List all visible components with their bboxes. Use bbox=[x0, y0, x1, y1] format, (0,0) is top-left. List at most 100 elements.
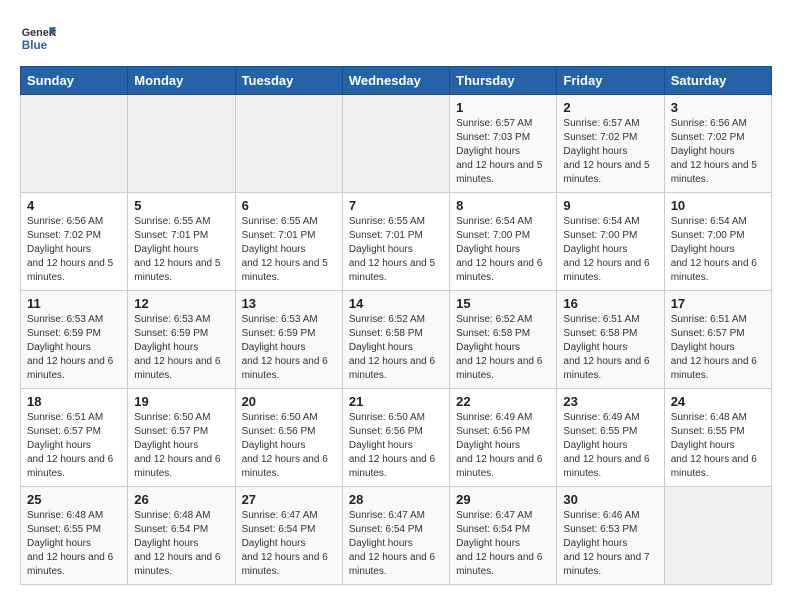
day-info: Sunrise: 6:51 AM Sunset: 6:57 PM Dayligh… bbox=[671, 313, 765, 383]
calendar-cell: 19 Sunrise: 6:50 AM Sunset: 6:57 PM Dayl… bbox=[128, 389, 235, 487]
logo-icon: General Blue bbox=[20, 20, 56, 56]
calendar-cell: 16 Sunrise: 6:51 AM Sunset: 6:58 PM Dayl… bbox=[557, 291, 664, 389]
day-number: 2 bbox=[563, 100, 657, 115]
calendar-cell bbox=[21, 95, 128, 193]
day-number: 12 bbox=[134, 296, 228, 311]
calendar-cell: 13 Sunrise: 6:53 AM Sunset: 6:59 PM Dayl… bbox=[235, 291, 342, 389]
day-info: Sunrise: 6:52 AM Sunset: 6:58 PM Dayligh… bbox=[349, 313, 443, 383]
day-number: 22 bbox=[456, 394, 550, 409]
calendar-week-3: 11 Sunrise: 6:53 AM Sunset: 6:59 PM Dayl… bbox=[21, 291, 772, 389]
day-info: Sunrise: 6:47 AM Sunset: 6:54 PM Dayligh… bbox=[349, 509, 443, 579]
day-info: Sunrise: 6:49 AM Sunset: 6:55 PM Dayligh… bbox=[563, 411, 657, 481]
day-info: Sunrise: 6:48 AM Sunset: 6:55 PM Dayligh… bbox=[27, 509, 121, 579]
calendar-cell: 1 Sunrise: 6:57 AM Sunset: 7:03 PM Dayli… bbox=[450, 95, 557, 193]
calendar-cell: 21 Sunrise: 6:50 AM Sunset: 6:56 PM Dayl… bbox=[342, 389, 449, 487]
day-number: 17 bbox=[671, 296, 765, 311]
day-number: 30 bbox=[563, 492, 657, 507]
calendar-cell: 14 Sunrise: 6:52 AM Sunset: 6:58 PM Dayl… bbox=[342, 291, 449, 389]
day-info: Sunrise: 6:57 AM Sunset: 7:03 PM Dayligh… bbox=[456, 117, 550, 187]
calendar-week-4: 18 Sunrise: 6:51 AM Sunset: 6:57 PM Dayl… bbox=[21, 389, 772, 487]
day-info: Sunrise: 6:53 AM Sunset: 6:59 PM Dayligh… bbox=[134, 313, 228, 383]
column-header-saturday: Saturday bbox=[664, 67, 771, 95]
calendar-cell: 15 Sunrise: 6:52 AM Sunset: 6:58 PM Dayl… bbox=[450, 291, 557, 389]
column-header-wednesday: Wednesday bbox=[342, 67, 449, 95]
calendar-table: SundayMondayTuesdayWednesdayThursdayFrid… bbox=[20, 66, 772, 585]
calendar-cell bbox=[128, 95, 235, 193]
calendar-cell: 17 Sunrise: 6:51 AM Sunset: 6:57 PM Dayl… bbox=[664, 291, 771, 389]
day-info: Sunrise: 6:53 AM Sunset: 6:59 PM Dayligh… bbox=[242, 313, 336, 383]
day-number: 18 bbox=[27, 394, 121, 409]
day-number: 16 bbox=[563, 296, 657, 311]
calendar-cell: 29 Sunrise: 6:47 AM Sunset: 6:54 PM Dayl… bbox=[450, 487, 557, 585]
day-info: Sunrise: 6:50 AM Sunset: 6:56 PM Dayligh… bbox=[349, 411, 443, 481]
calendar-cell: 2 Sunrise: 6:57 AM Sunset: 7:02 PM Dayli… bbox=[557, 95, 664, 193]
day-info: Sunrise: 6:48 AM Sunset: 6:55 PM Dayligh… bbox=[671, 411, 765, 481]
day-number: 14 bbox=[349, 296, 443, 311]
calendar-cell bbox=[342, 95, 449, 193]
day-info: Sunrise: 6:54 AM Sunset: 7:00 PM Dayligh… bbox=[563, 215, 657, 285]
calendar-cell: 3 Sunrise: 6:56 AM Sunset: 7:02 PM Dayli… bbox=[664, 95, 771, 193]
column-header-friday: Friday bbox=[557, 67, 664, 95]
calendar-cell: 9 Sunrise: 6:54 AM Sunset: 7:00 PM Dayli… bbox=[557, 193, 664, 291]
day-info: Sunrise: 6:55 AM Sunset: 7:01 PM Dayligh… bbox=[242, 215, 336, 285]
calendar-cell: 7 Sunrise: 6:55 AM Sunset: 7:01 PM Dayli… bbox=[342, 193, 449, 291]
day-number: 9 bbox=[563, 198, 657, 213]
day-info: Sunrise: 6:50 AM Sunset: 6:57 PM Dayligh… bbox=[134, 411, 228, 481]
column-header-thursday: Thursday bbox=[450, 67, 557, 95]
calendar-cell: 23 Sunrise: 6:49 AM Sunset: 6:55 PM Dayl… bbox=[557, 389, 664, 487]
day-number: 3 bbox=[671, 100, 765, 115]
calendar-cell bbox=[235, 95, 342, 193]
day-info: Sunrise: 6:57 AM Sunset: 7:02 PM Dayligh… bbox=[563, 117, 657, 187]
calendar-week-5: 25 Sunrise: 6:48 AM Sunset: 6:55 PM Dayl… bbox=[21, 487, 772, 585]
day-info: Sunrise: 6:56 AM Sunset: 7:02 PM Dayligh… bbox=[671, 117, 765, 187]
page-header: General Blue bbox=[20, 20, 772, 56]
day-number: 15 bbox=[456, 296, 550, 311]
day-info: Sunrise: 6:48 AM Sunset: 6:54 PM Dayligh… bbox=[134, 509, 228, 579]
day-info: Sunrise: 6:55 AM Sunset: 7:01 PM Dayligh… bbox=[134, 215, 228, 285]
day-number: 6 bbox=[242, 198, 336, 213]
calendar-cell: 8 Sunrise: 6:54 AM Sunset: 7:00 PM Dayli… bbox=[450, 193, 557, 291]
calendar-cell: 11 Sunrise: 6:53 AM Sunset: 6:59 PM Dayl… bbox=[21, 291, 128, 389]
day-number: 19 bbox=[134, 394, 228, 409]
calendar-week-1: 1 Sunrise: 6:57 AM Sunset: 7:03 PM Dayli… bbox=[21, 95, 772, 193]
day-info: Sunrise: 6:55 AM Sunset: 7:01 PM Dayligh… bbox=[349, 215, 443, 285]
day-info: Sunrise: 6:53 AM Sunset: 6:59 PM Dayligh… bbox=[27, 313, 121, 383]
logo: General Blue bbox=[20, 20, 56, 56]
day-number: 1 bbox=[456, 100, 550, 115]
day-info: Sunrise: 6:51 AM Sunset: 6:58 PM Dayligh… bbox=[563, 313, 657, 383]
calendar-cell: 27 Sunrise: 6:47 AM Sunset: 6:54 PM Dayl… bbox=[235, 487, 342, 585]
day-info: Sunrise: 6:49 AM Sunset: 6:56 PM Dayligh… bbox=[456, 411, 550, 481]
day-info: Sunrise: 6:54 AM Sunset: 7:00 PM Dayligh… bbox=[456, 215, 550, 285]
day-info: Sunrise: 6:51 AM Sunset: 6:57 PM Dayligh… bbox=[27, 411, 121, 481]
day-number: 28 bbox=[349, 492, 443, 507]
day-number: 20 bbox=[242, 394, 336, 409]
day-info: Sunrise: 6:47 AM Sunset: 6:54 PM Dayligh… bbox=[456, 509, 550, 579]
calendar-cell: 10 Sunrise: 6:54 AM Sunset: 7:00 PM Dayl… bbox=[664, 193, 771, 291]
day-number: 13 bbox=[242, 296, 336, 311]
day-info: Sunrise: 6:50 AM Sunset: 6:56 PM Dayligh… bbox=[242, 411, 336, 481]
day-number: 29 bbox=[456, 492, 550, 507]
day-number: 21 bbox=[349, 394, 443, 409]
calendar-cell: 18 Sunrise: 6:51 AM Sunset: 6:57 PM Dayl… bbox=[21, 389, 128, 487]
day-number: 10 bbox=[671, 198, 765, 213]
calendar-cell: 26 Sunrise: 6:48 AM Sunset: 6:54 PM Dayl… bbox=[128, 487, 235, 585]
calendar-cell: 22 Sunrise: 6:49 AM Sunset: 6:56 PM Dayl… bbox=[450, 389, 557, 487]
day-number: 23 bbox=[563, 394, 657, 409]
calendar-cell: 24 Sunrise: 6:48 AM Sunset: 6:55 PM Dayl… bbox=[664, 389, 771, 487]
calendar-week-2: 4 Sunrise: 6:56 AM Sunset: 7:02 PM Dayli… bbox=[21, 193, 772, 291]
calendar-cell: 5 Sunrise: 6:55 AM Sunset: 7:01 PM Dayli… bbox=[128, 193, 235, 291]
day-info: Sunrise: 6:46 AM Sunset: 6:53 PM Dayligh… bbox=[563, 509, 657, 579]
day-number: 7 bbox=[349, 198, 443, 213]
svg-text:Blue: Blue bbox=[22, 39, 48, 52]
column-header-tuesday: Tuesday bbox=[235, 67, 342, 95]
day-number: 8 bbox=[456, 198, 550, 213]
calendar-cell: 20 Sunrise: 6:50 AM Sunset: 6:56 PM Dayl… bbox=[235, 389, 342, 487]
day-info: Sunrise: 6:56 AM Sunset: 7:02 PM Dayligh… bbox=[27, 215, 121, 285]
day-number: 4 bbox=[27, 198, 121, 213]
calendar-cell: 25 Sunrise: 6:48 AM Sunset: 6:55 PM Dayl… bbox=[21, 487, 128, 585]
day-number: 26 bbox=[134, 492, 228, 507]
calendar-cell: 6 Sunrise: 6:55 AM Sunset: 7:01 PM Dayli… bbox=[235, 193, 342, 291]
calendar-cell: 30 Sunrise: 6:46 AM Sunset: 6:53 PM Dayl… bbox=[557, 487, 664, 585]
calendar-cell: 4 Sunrise: 6:56 AM Sunset: 7:02 PM Dayli… bbox=[21, 193, 128, 291]
calendar-cell: 28 Sunrise: 6:47 AM Sunset: 6:54 PM Dayl… bbox=[342, 487, 449, 585]
